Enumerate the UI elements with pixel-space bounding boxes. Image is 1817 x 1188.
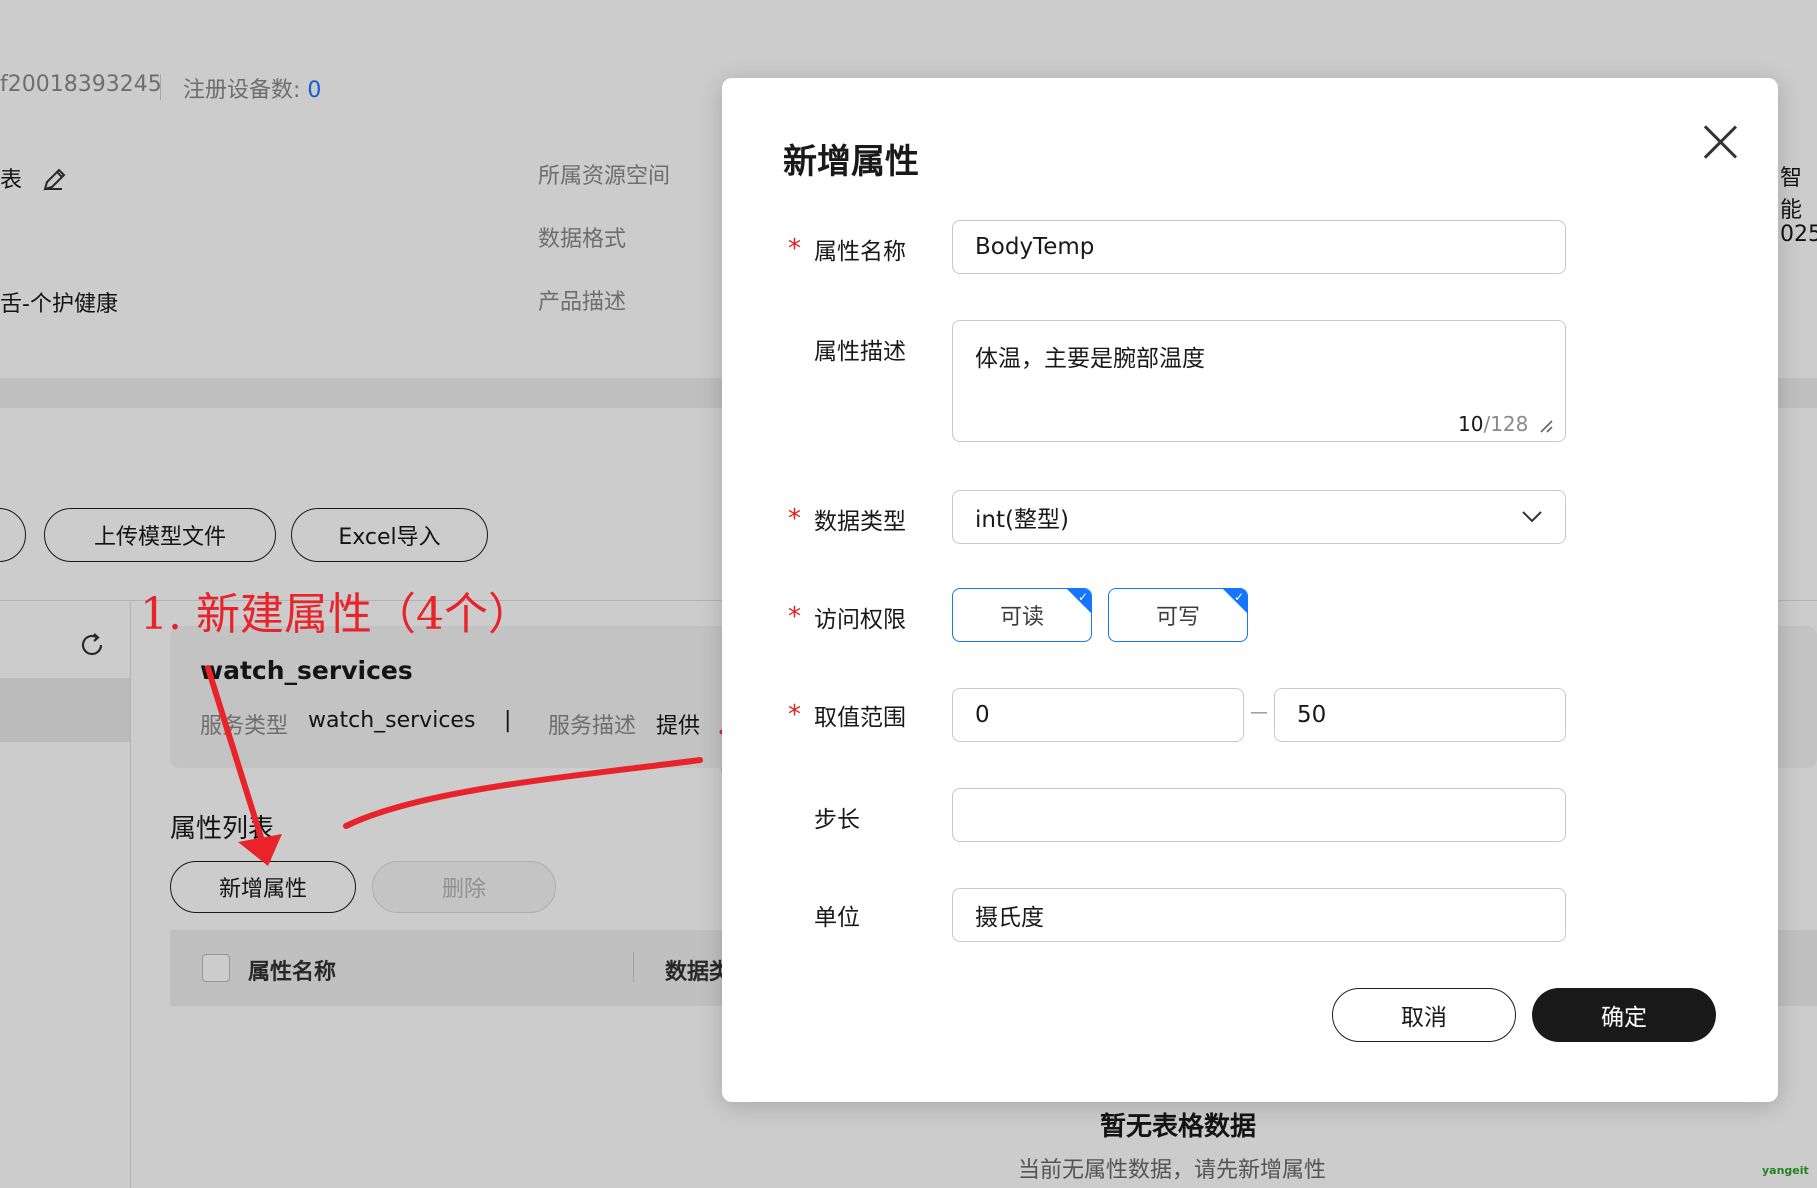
step-label: 步长 <box>814 807 860 833</box>
required-mark: * <box>788 234 801 264</box>
required-mark: * <box>788 504 801 534</box>
data-type-value: int(整型) <box>975 507 1069 533</box>
close-icon[interactable] <box>1700 122 1740 162</box>
access-write-label: 可写 <box>1155 605 1200 630</box>
access-write-checkbox[interactable]: 可写 ✓ <box>1108 588 1248 642</box>
access-label: 访问权限 <box>814 607 906 633</box>
resize-handle-icon[interactable] <box>1538 418 1554 434</box>
range-separator: — <box>1250 702 1268 723</box>
chevron-down-icon <box>1522 511 1542 523</box>
data-type-label: 数据类型 <box>814 509 906 535</box>
dialog-title: 新增属性 <box>783 142 919 182</box>
property-desc-label: 属性描述 <box>814 339 906 365</box>
property-name-label: 属性名称 <box>814 239 906 265</box>
unit-input[interactable]: 摄氏度 <box>952 888 1566 942</box>
add-property-dialog: 新增属性 * 属性名称 BodyTemp 属性描述 体温，主要是腕部温度 10/… <box>722 78 1778 1102</box>
step-input[interactable] <box>952 788 1566 842</box>
range-label: 取值范围 <box>814 705 906 731</box>
desc-char-count: 10/128 <box>1458 412 1528 436</box>
cancel-button[interactable]: 取消 <box>1332 988 1516 1042</box>
access-read-checkbox[interactable]: 可读 ✓ <box>952 588 1092 642</box>
range-max-input[interactable]: 50 <box>1274 688 1566 742</box>
confirm-button[interactable]: 确定 <box>1532 988 1716 1042</box>
desc-count-max: /128 <box>1483 412 1529 436</box>
required-mark: * <box>788 700 801 730</box>
property-desc-value: 体温，主要是腕部温度 <box>975 346 1205 372</box>
property-name-input[interactable]: BodyTemp <box>952 220 1566 274</box>
check-icon: ✓ <box>1077 590 1088 604</box>
desc-count-current: 10 <box>1458 412 1484 436</box>
check-icon: ✓ <box>1233 590 1244 604</box>
unit-label: 单位 <box>814 905 860 931</box>
required-mark: * <box>788 602 801 632</box>
access-read-label: 可读 <box>999 605 1044 630</box>
data-type-select[interactable]: int(整型) <box>952 490 1566 544</box>
range-min-input[interactable]: 0 <box>952 688 1244 742</box>
